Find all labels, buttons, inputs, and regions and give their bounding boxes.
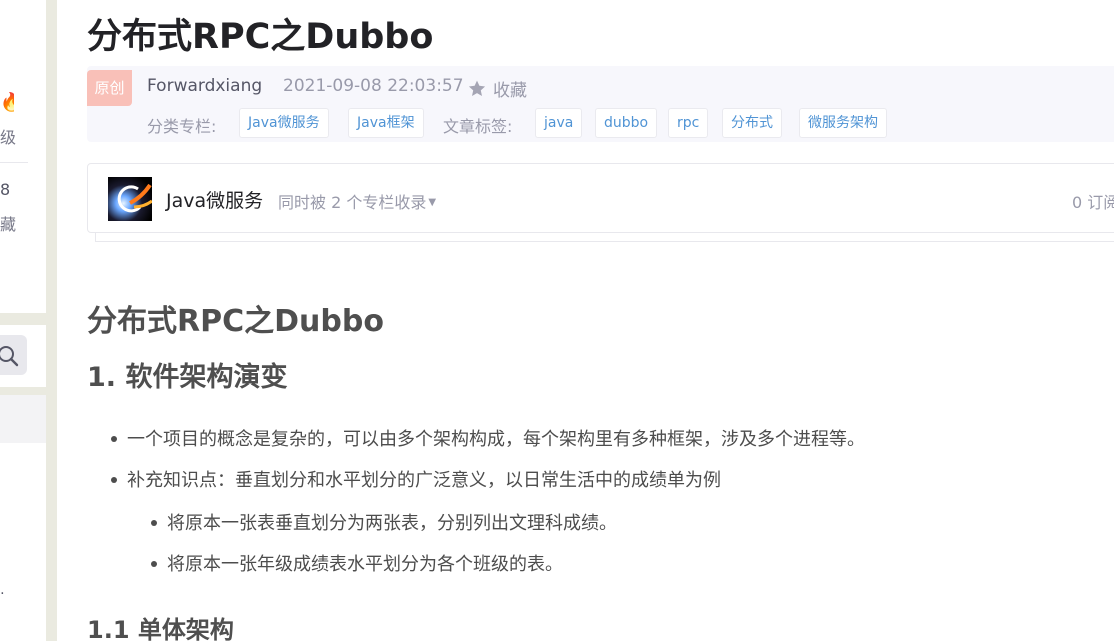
sidebar-lower-card	[0, 443, 46, 641]
sidebar-search-box	[0, 325, 46, 387]
column-cover-image	[108, 177, 152, 221]
content-heading-1: 分布式RPC之Dubbo	[87, 304, 384, 339]
sidebar-divider	[0, 162, 28, 163]
tag-label: 文章标签:	[443, 117, 513, 136]
column-also-included[interactable]: 同时被 2 个专栏收录 ▼	[278, 189, 436, 213]
column-name[interactable]: Java微服务	[166, 186, 263, 213]
sidebar-profile-card: 🔥 级 8 藏	[0, 0, 46, 313]
publish-time: 2021-09-08 22:03:57	[283, 76, 464, 96]
list-item: 将原本一张年级成绩表水平划分为各个班级的表。	[143, 550, 563, 576]
article-tag[interactable]: 微服务架构	[799, 108, 887, 138]
content-heading-2: 1. 软件架构演变	[87, 362, 288, 393]
content-heading-3: 1.1 单体架构	[87, 616, 234, 641]
list-item-text: 将原本一张表垂直划分为两张表，分别列出文理科成绩。	[167, 513, 617, 534]
search-button[interactable]	[0, 335, 27, 375]
column-also-included-text: 同时被 2 个专栏收录	[278, 193, 427, 212]
star-icon	[468, 80, 486, 96]
bullet-dot	[111, 436, 117, 442]
article-tag[interactable]: 分布式	[722, 108, 782, 138]
sidebar-count: 8	[0, 180, 11, 199]
article-tag[interactable]: java	[535, 108, 583, 138]
bullet-dot	[111, 477, 117, 483]
author-link[interactable]: Forwardxiang	[147, 76, 262, 96]
favorite-label: 收藏	[493, 81, 527, 101]
sidebar-level-text: 级	[0, 128, 17, 147]
bullet-dot	[151, 520, 157, 526]
category-label: 分类专栏:	[147, 117, 217, 136]
category-tag[interactable]: Java微服务	[239, 108, 329, 138]
column-card[interactable]: Java微服务 同时被 2 个专栏收录 ▼ 0 订阅	[87, 163, 1114, 233]
list-item: 将原本一张表垂直划分为两张表，分别列出文理科成绩。	[143, 509, 617, 535]
list-item: 一个项目的概念是复杂的，可以由多个架构构成，每个架构里有多种框架，涉及多个进程等…	[103, 425, 865, 451]
list-item-text: 一个项目的概念是复杂的，可以由多个架构构成，每个架构里有多种框架，涉及多个进程等…	[127, 429, 865, 450]
hot-icon: 🔥	[0, 92, 14, 113]
list-item-text: 将原本一张年级成绩表水平划分为各个班级的表。	[167, 554, 563, 575]
list-item-text: 补充知识点：垂直划分和水平划分的广泛意义，以日常生活中的成绩单为例	[127, 470, 721, 491]
caret-down-icon: ▼	[428, 197, 437, 208]
search-icon	[0, 346, 19, 367]
article-tag[interactable]: rpc	[668, 108, 709, 138]
article-title: 分布式RPC之Dubbo	[87, 17, 434, 57]
favorite-button[interactable]: 收藏	[467, 76, 527, 101]
sidebar-bottom-fragment: …	[0, 582, 6, 598]
original-badge: 原创	[87, 70, 132, 106]
article-meta-box: 原创 Forwardxiang 2021-09-08 22:03:57 收藏 分…	[87, 66, 1114, 142]
column-subscriptions[interactable]: 0 订阅	[1072, 189, 1114, 213]
sidebar-favorites-text[interactable]: 藏	[0, 211, 16, 235]
bullet-dot	[151, 561, 157, 567]
article-main: 分布式RPC之Dubbo 原创 Forwardxiang 2021-09-08 …	[57, 0, 1114, 641]
article-tag[interactable]: dubbo	[595, 108, 658, 138]
category-tag[interactable]: Java框架	[348, 108, 424, 138]
sidebar-gray-strip	[0, 395, 46, 443]
list-item: 补充知识点：垂直划分和水平划分的广泛意义，以日常生活中的成绩单为例	[103, 466, 721, 492]
